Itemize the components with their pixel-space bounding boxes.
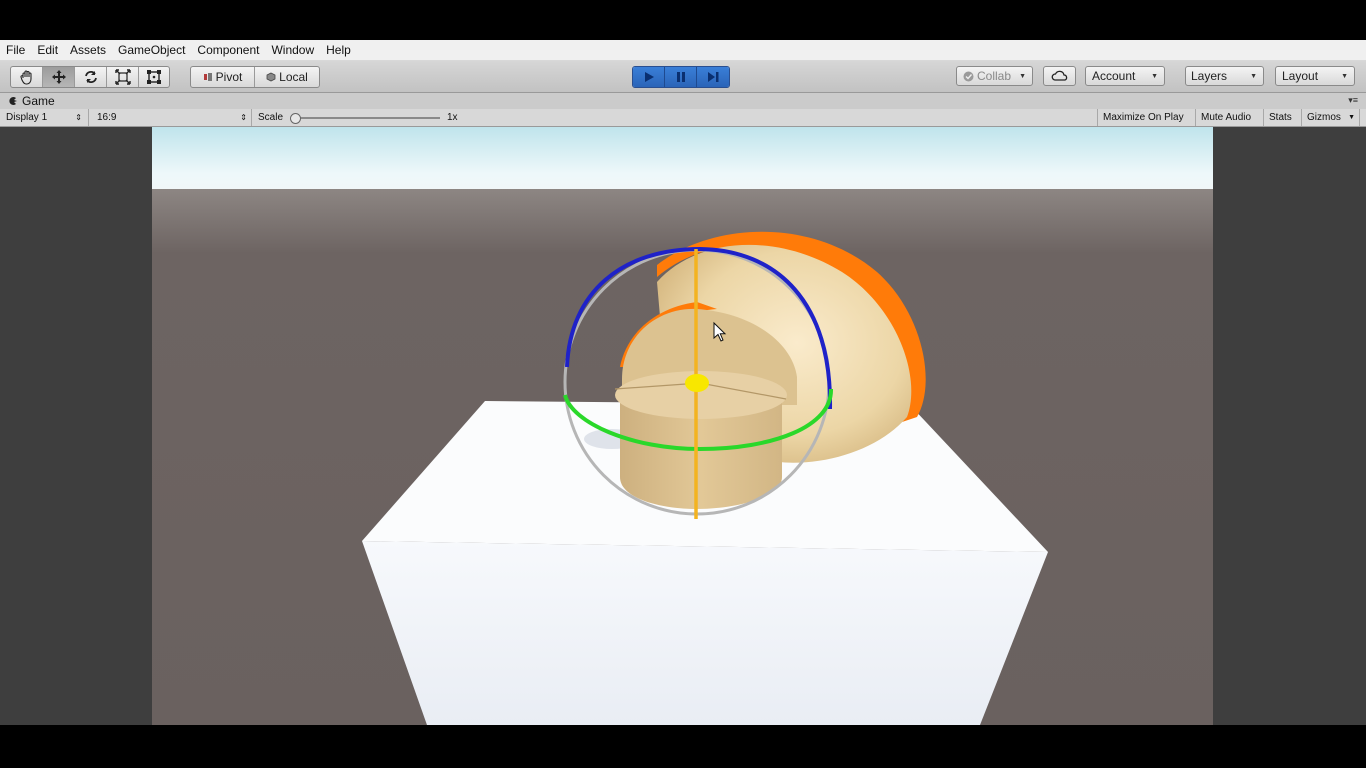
scale-slider-track[interactable]: [296, 117, 440, 119]
cloud-button[interactable]: [1043, 66, 1076, 86]
box-front-face: [362, 541, 1048, 725]
scale-value: 1x: [447, 112, 458, 123]
hand-tool-icon: [19, 70, 32, 85]
maximize-on-play-toggle[interactable]: Maximize On Play: [1097, 109, 1196, 126]
game-view-toolbar: Display 1 ⇕ 16:9 ⇕ Scale 1x Maximize On …: [0, 109, 1366, 127]
step-icon: [708, 72, 719, 82]
scale-slider-thumb[interactable]: [290, 113, 301, 124]
gizmos-label: Gizmos: [1307, 112, 1341, 123]
rotate-tool-button[interactable]: [75, 67, 107, 87]
mute-audio-toggle[interactable]: Mute Audio: [1196, 109, 1264, 126]
menu-help[interactable]: Help: [320, 40, 357, 60]
game-tab-header: Game ▾≡: [0, 93, 1366, 109]
layers-dropdown[interactable]: Layers ▼: [1185, 66, 1264, 86]
pivot-icon: [203, 73, 212, 81]
game-tab-title: Game: [22, 94, 55, 108]
scale-tool-button[interactable]: [107, 67, 139, 87]
chevron-down-icon: ▼: [1250, 73, 1257, 80]
mute-audio-label: Mute Audio: [1201, 112, 1252, 123]
local-button[interactable]: Local: [255, 67, 319, 87]
menu-gameobject[interactable]: GameObject: [112, 40, 191, 60]
rect-tool-icon: [147, 70, 161, 84]
pivot-button[interactable]: Pivot: [191, 67, 255, 87]
aspect-label: 16:9: [97, 112, 117, 123]
move-tool-button[interactable]: [43, 67, 75, 87]
layout-dropdown[interactable]: Layout ▼: [1275, 66, 1355, 86]
letterbox-bottom: [0, 725, 1366, 768]
game-viewport[interactable]: [0, 127, 1366, 725]
playback-controls: [632, 66, 730, 88]
pause-icon: [676, 72, 685, 82]
check-circle-icon: [963, 71, 974, 81]
stats-label: Stats: [1269, 112, 1292, 123]
account-label: Account: [1092, 69, 1136, 83]
stats-toggle[interactable]: Stats: [1264, 109, 1302, 126]
chevron-down-icon: ▼: [1151, 73, 1158, 80]
account-dropdown[interactable]: Account ▼: [1085, 66, 1165, 86]
chevron-down-icon: ▼: [1019, 73, 1026, 80]
game-render[interactable]: [152, 127, 1213, 725]
transform-tools: [10, 66, 170, 88]
local-icon: [266, 72, 276, 82]
move-tool-icon: [51, 70, 66, 84]
gizmos-dropdown[interactable]: Gizmos ▼: [1302, 109, 1360, 126]
chevron-down-icon: ▼: [1341, 73, 1348, 80]
scale-control: Scale 1x: [252, 109, 470, 126]
display-label: Display 1: [6, 112, 48, 123]
pause-button[interactable]: [665, 67, 697, 87]
hand-tool-button[interactable]: [11, 67, 43, 87]
chevron-updown-icon: ⇕: [75, 113, 82, 122]
layout-label: Layout: [1282, 69, 1319, 83]
scale-label: Scale: [258, 112, 284, 123]
menu-window[interactable]: Window: [265, 40, 320, 60]
maximize-on-play-label: Maximize On Play: [1103, 112, 1184, 123]
tab-menu-icon[interactable]: ▾≡: [1348, 95, 1358, 106]
scene-render: [152, 127, 1213, 725]
chevron-updown-icon: ⇕: [240, 113, 247, 122]
toolbar: Pivot Local Collab ▼ Account ▼ Layers ▼ …: [0, 61, 1366, 93]
unity-editor-window: File Edit Assets GameObject Component Wi…: [0, 0, 1366, 768]
cloud-icon: [1051, 70, 1067, 81]
rotate-tool-icon: [84, 71, 97, 83]
menu-bar: File Edit Assets GameObject Component Wi…: [0, 40, 1366, 61]
collab-label: Collab: [977, 69, 1012, 83]
pivot-label: Pivot: [215, 70, 243, 84]
game-tab[interactable]: Game: [8, 93, 55, 109]
display-dropdown[interactable]: Display 1 ⇕: [0, 109, 89, 126]
menu-assets[interactable]: Assets: [64, 40, 112, 60]
menu-file[interactable]: File: [0, 40, 31, 60]
gizmo-center[interactable]: [685, 374, 709, 392]
menu-edit[interactable]: Edit: [31, 40, 64, 60]
aspect-dropdown[interactable]: 16:9 ⇕: [91, 109, 252, 126]
play-button[interactable]: [633, 67, 665, 87]
game-controller-icon: [9, 97, 17, 105]
chevron-down-icon: ▼: [1348, 114, 1355, 121]
step-button[interactable]: [697, 67, 729, 87]
play-icon: [644, 72, 654, 82]
layers-label: Layers: [1191, 69, 1228, 83]
scale-tool-icon: [114, 69, 131, 85]
menu-component[interactable]: Component: [191, 40, 265, 60]
pivot-local-group: Pivot Local: [190, 66, 320, 88]
local-label: Local: [279, 70, 308, 84]
collab-dropdown[interactable]: Collab ▼: [956, 66, 1033, 86]
rect-tool-button[interactable]: [139, 67, 169, 87]
